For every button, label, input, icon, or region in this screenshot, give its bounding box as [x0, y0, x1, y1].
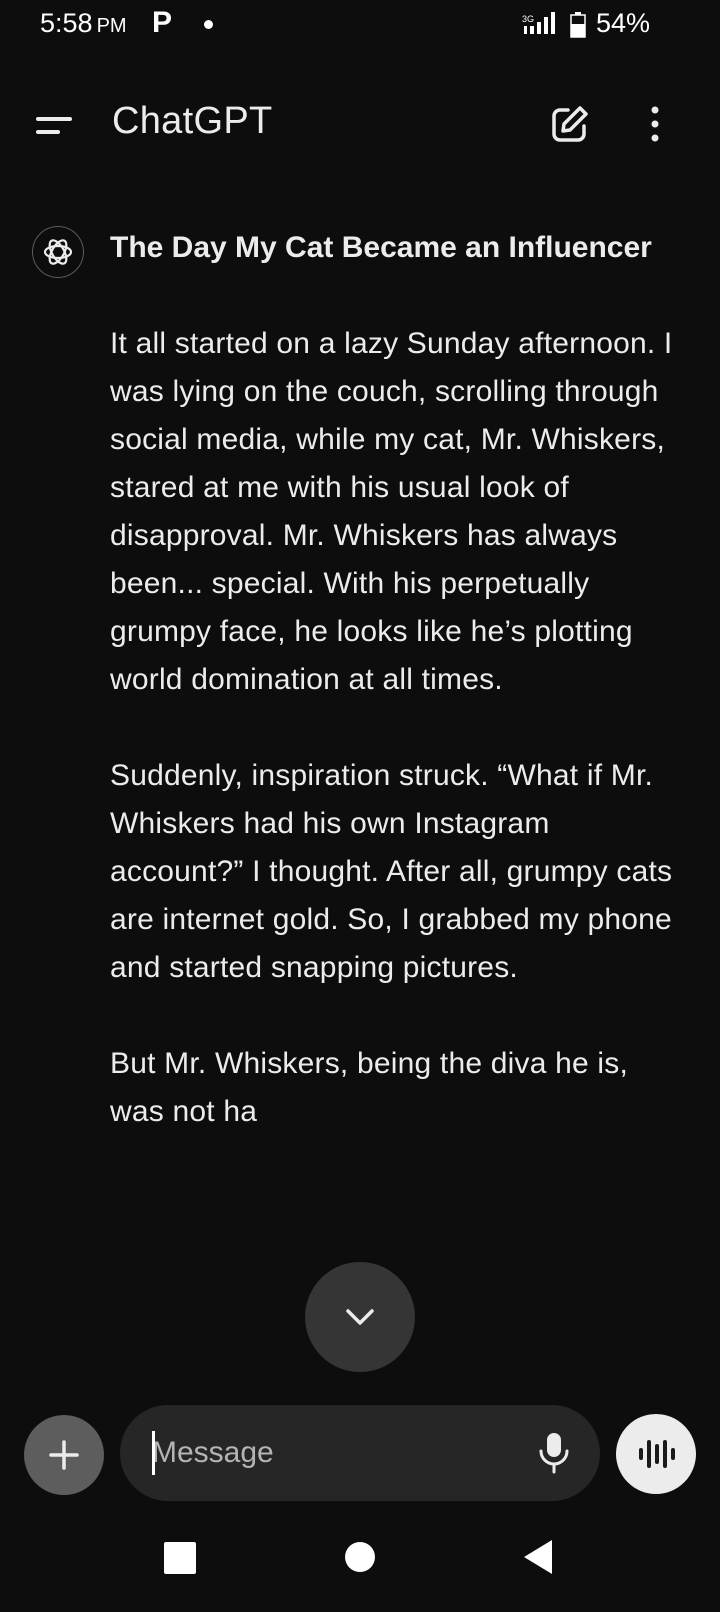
assistant-avatar — [32, 226, 84, 278]
menu-button[interactable] — [28, 102, 84, 152]
status-bar: 5:58 PM P 3G 54% — [0, 0, 720, 52]
voice-mode-button[interactable] — [616, 1414, 696, 1494]
message-input-container[interactable] — [120, 1405, 600, 1501]
dictate-button[interactable] — [528, 1427, 580, 1479]
microphone-icon — [539, 1433, 569, 1474]
menu-icon — [36, 117, 72, 134]
plus-icon — [49, 1440, 79, 1470]
status-time-value: 5:58 — [40, 8, 93, 38]
signal-icon: 3G — [522, 12, 555, 34]
message-paragraph: Suddenly, inspiration struck. “What if M… — [110, 759, 673, 984]
openai-logo-icon — [43, 239, 73, 265]
scroll-to-bottom-button[interactable] — [305, 1262, 415, 1372]
text-cursor — [152, 1431, 155, 1475]
notification-dot-icon — [204, 20, 213, 29]
status-time-ampm: PM — [96, 15, 127, 37]
battery-icon — [570, 12, 586, 38]
system-navigation-bar — [0, 1520, 720, 1612]
recents-button[interactable] — [164, 1542, 196, 1574]
app-title[interactable]: ChatGPT — [112, 100, 272, 143]
new-chat-button[interactable] — [544, 100, 594, 150]
status-time: 5:58 PM — [40, 8, 127, 39]
home-button[interactable] — [345, 1542, 375, 1572]
more-options-button[interactable] — [640, 100, 670, 150]
network-type-label: 3G — [522, 14, 534, 24]
battery-percentage: 54% — [596, 8, 651, 38]
attach-button[interactable] — [24, 1415, 104, 1495]
message-body: The Day My Cat Became an Influencer It a… — [110, 224, 680, 1184]
message-title: The Day My Cat Became an Influencer — [110, 231, 652, 264]
back-button[interactable] — [524, 1540, 554, 1574]
voice-waveform-icon — [639, 1440, 675, 1468]
edit-icon — [552, 106, 588, 142]
more-vertical-icon — [651, 106, 659, 142]
app-bar: ChatGPT — [0, 84, 720, 168]
notification-app-icon: P — [152, 6, 173, 39]
message-paragraph: But Mr. Whiskers, being the diva he is, … — [110, 1047, 629, 1128]
message-paragraph: It all started on a lazy Sunday afternoo… — [110, 327, 673, 696]
chevron-down-icon — [346, 1309, 374, 1325]
message-input[interactable] — [152, 1427, 512, 1479]
composer-bar — [0, 1405, 720, 1505]
